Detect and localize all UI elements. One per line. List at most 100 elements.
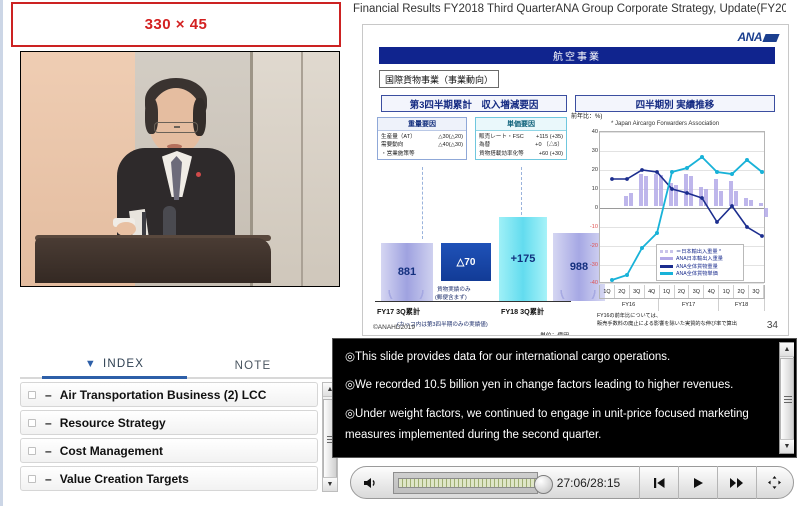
checkbox-icon[interactable] [28,390,36,399]
section-header-right: 四半期別 実績推移 [575,95,775,112]
y-tick: -40 [589,280,598,286]
speaker-icon [363,477,375,488]
fy-label: FY18 [719,299,765,311]
speaker-hand [116,222,136,236]
connector-line-unitprice [521,167,522,215]
list-item[interactable]: – Cost Management [20,438,318,463]
index-list[interactable]: – Air Transportation Business (2) LCC – … [20,382,318,492]
weight-factor-title: 重量要因 [378,118,466,131]
index-tab-bar: ▼ INDEX NOTE [20,352,340,379]
row-label: 貨物搭載効率化等 [479,150,524,157]
fast-forward-button[interactable] [716,466,756,499]
bar-subnote-2: (郵便含まず) [435,295,467,301]
chart-source-note: * Japan Aircargo Forwarders Association [611,121,720,127]
weight-factor-box: 重量要因 生産量（AT） △30(△20) 需要動向 △40(△30) ・営業施策等 [377,117,467,161]
chart-legend: ＝日本輸出入重量 * ANA日本輸出入重量 ANA全体貨物重量 ANA全体貨物単… [656,244,744,281]
chart-unit-label: 前年比：%) [571,114,603,120]
x-tick: 4Q [704,285,720,298]
scroll-down-icon[interactable]: ▼ [780,439,794,453]
y-tick: 40 [591,129,598,135]
axis-label-fy18: FY18 3Q累計 [501,307,545,316]
checkbox-icon[interactable] [28,474,36,483]
seek-slider[interactable] [392,471,553,494]
dash-icon: – [45,443,52,458]
list-item[interactable]: – Resource Strategy [20,410,318,435]
y-tick: -20 [589,243,598,249]
x-tick: 2Q [734,285,750,298]
unit-price-factor-box: 単価要因 販売レート・FSC +115 (+35) 為替 +0 （△5） 貨物搭載効… [475,117,567,161]
row-label: 生産量（AT） [381,134,416,140]
checkbox-icon[interactable] [28,446,36,455]
waterfall-axis [375,301,571,302]
slide-viewer[interactable]: ANA 航空事業 国際貨物事業（事業動向） 第3四半期累計 収入増減要因 四半期… [362,24,789,336]
x-tick: 4Q [645,285,660,298]
transcript-line: ◎We recorded 10.5 billion yen in change … [345,379,734,392]
transcript-panel[interactable]: ◎This slide provides data for our intern… [332,338,797,458]
tab-note[interactable]: NOTE [203,352,303,379]
row-value: +0 （△5） [535,142,563,149]
legend-item: ANA全体貨物重量 [660,263,740,270]
video-player-frame[interactable] [20,51,340,287]
waterfall-unit-note: 単位：億円 [540,333,569,336]
fy-label: FY16 [599,299,659,311]
x-tick: 1Q [600,285,615,298]
row-value: +115 (+35) [536,134,563,140]
size-overlay-badge: 330 × 45 [11,2,341,47]
speaker-glasses [154,122,198,133]
app-window: 330 × 45 ▼ INDEX NOTE – Air Transportati… [0,0,800,506]
quarterly-trend-chart: 前年比：%) * Japan Aircargo Forwarders Assoc… [571,114,777,329]
list-item-label: Air Transportation Business (2) LCC [59,387,267,402]
x-tick: 2Q [615,285,630,298]
play-icon [694,477,704,488]
slide-subtitle-box: 国際貨物事業（事業動向） [379,70,499,88]
legend-label: ANA全体貨物重量 [676,263,718,270]
legend-item: ANA日本輸出入重量 [660,255,740,262]
fullscreen-button[interactable] [755,466,793,499]
transcript-text: ◎This slide provides data for our intern… [345,347,772,453]
x-tick: 2Q [675,285,690,298]
legend-label: ＝日本輸出入重量 * [676,248,721,255]
waterfall-chart: 重量要因 生産量（AT） △30(△20) 需要動向 △40(△30) ・営業施策等… [375,117,605,335]
fullscreen-icon [768,476,782,489]
list-item-label: Resource Strategy [59,415,166,430]
play-button[interactable] [678,466,717,499]
x-tick: 1Q [660,285,675,298]
unit-price-factor-rows: 販売レート・FSC +115 (+35) 為替 +0 （△5） 貨物搭載効率化等 +6… [476,131,566,159]
timecode-display: 27:06/28:15 [556,475,621,490]
skip-back-icon [654,477,665,488]
y-tick: -30 [589,262,598,268]
seek-handle[interactable] [533,474,553,494]
slide-page-number: 34 [766,320,778,331]
x-tick: 3Q [630,285,645,298]
video-scene [21,52,339,286]
list-item[interactable]: – Value Creation Targets [20,466,318,491]
row-label: 為替 [479,142,491,149]
volume-button[interactable] [351,466,389,499]
tab-note-label: NOTE [234,359,272,372]
fy-label: FY17 [659,299,719,311]
checkbox-icon[interactable] [28,418,36,427]
y-tick: 20 [591,167,598,173]
list-item[interactable]: – Air Transportation Business (2) LCC [20,382,318,407]
size-overlay-text: 330 × 45 [144,16,208,33]
scroll-up-icon[interactable]: ▲ [780,343,794,357]
seek-progress [397,477,540,488]
row-value: +60 (+30) [538,150,563,157]
transcript-scrollbar[interactable]: ▲ ▼ [779,342,794,454]
dash-icon: – [45,387,52,402]
previous-button[interactable] [639,466,678,499]
scrollbar-thumb[interactable] [780,358,794,440]
tab-index-label: INDEX [102,358,145,370]
legend-swatch [660,272,673,275]
tab-index[interactable]: ▼ INDEX [42,352,187,379]
row-label: ・営業施策等 [381,150,415,157]
chart-footnote: FY16の前年比については、 販売手数料の廃止による影響を除いた実質的な伸び率で… [597,313,737,327]
player-toolbar: 27:06/28:15 [350,466,794,499]
scroll-down-icon[interactable]: ▼ [323,477,337,491]
chart-x-axis: 1Q 2Q 3Q 4Q 1Q 2Q 3Q 4Q 1Q 2Q 3Q [599,285,765,299]
section-header-left: 第3四半期累計 収入増減要因 [381,95,567,112]
slide-band-title: 航空事業 [379,47,775,64]
list-item-label: Cost Management [59,443,164,458]
legend-item: ＝日本輸出入重量 * [660,248,740,255]
ana-logo-text: ANA [737,30,763,44]
